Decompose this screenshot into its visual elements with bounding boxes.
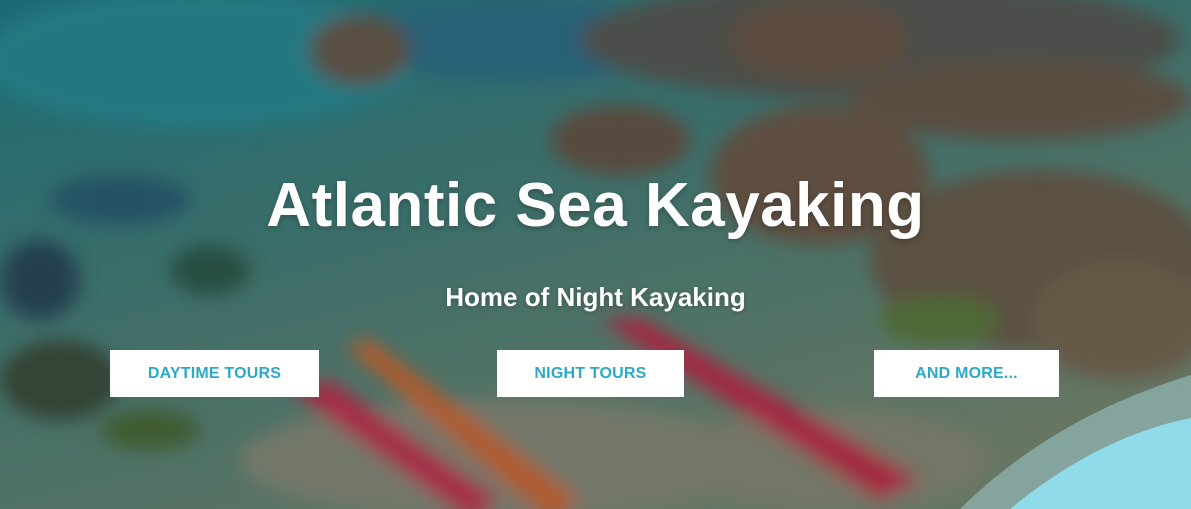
night-tours-button[interactable]: NIGHT TOURS [497, 350, 684, 397]
hero-background-image [0, 0, 1191, 509]
page-title: Atlantic Sea Kayaking [266, 171, 925, 240]
and-more-button[interactable]: AND MORE... [874, 350, 1059, 397]
hero-banner: Atlantic Sea Kayaking Home of Night Kaya… [0, 0, 1191, 509]
page-subtitle: Home of Night Kayaking [445, 282, 746, 312]
daytime-tours-button[interactable]: DAYTIME TOURS [110, 350, 319, 397]
